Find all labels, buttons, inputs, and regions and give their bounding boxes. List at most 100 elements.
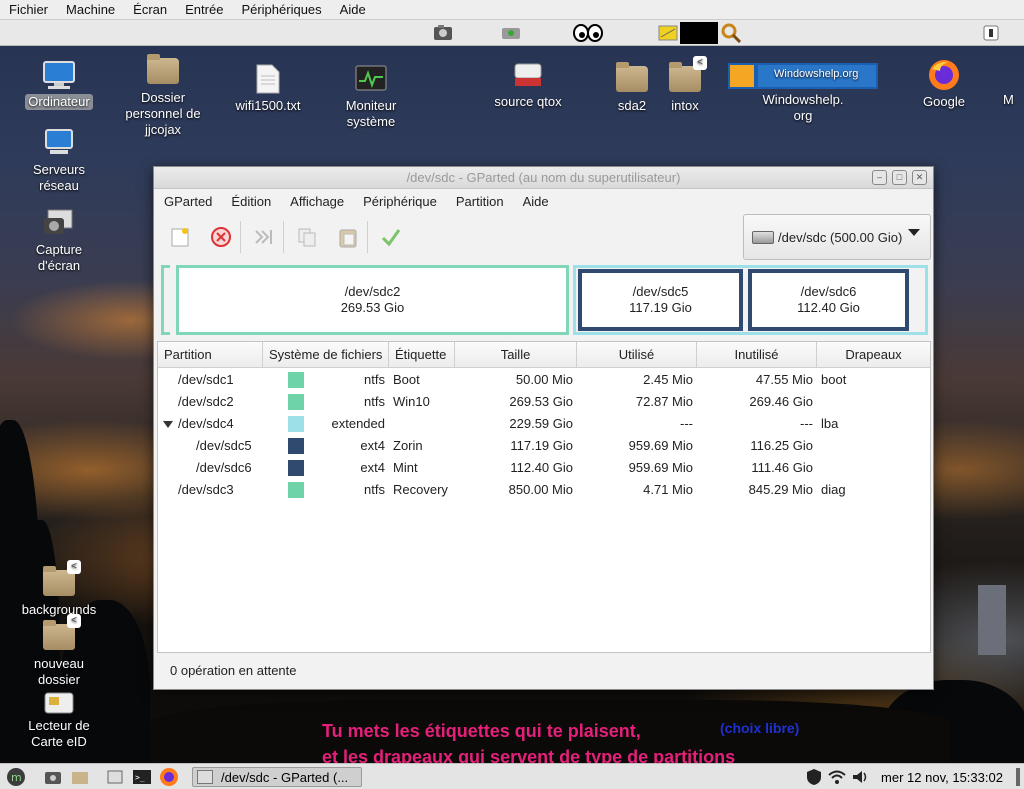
- screenshot-icon[interactable]: [432, 23, 454, 43]
- magnifier-icon[interactable]: [720, 23, 742, 44]
- shield-icon[interactable]: [804, 767, 824, 787]
- paste-icon[interactable]: [334, 223, 362, 251]
- menu-device[interactable]: Périphérique: [353, 194, 446, 209]
- desktop-icon-screenshot[interactable]: Capture d'écran: [11, 206, 107, 274]
- graph-partition-sdc2[interactable]: /dev/sdc2 269.53 Gio: [176, 265, 569, 335]
- volume-icon[interactable]: [850, 767, 870, 787]
- svg-text:Windowshelp.org: Windowshelp.org: [774, 68, 858, 80]
- table-row[interactable]: /dev/sdc1 ntfs Boot 50.00 Mio 2.45 Mio 47.55 …: [158, 369, 930, 391]
- vm-menu-input[interactable]: Entrée: [176, 2, 232, 17]
- note-icon[interactable]: [657, 23, 679, 43]
- close-button[interactable]: ✕: [912, 170, 927, 185]
- gparted-window: /dev/sdc - GParted (au nom du superutili…: [153, 166, 934, 767]
- settings-icon[interactable]: [104, 767, 126, 787]
- desktop-icon-wifi-txt[interactable]: wifi1500.txt: [220, 62, 316, 114]
- desktop-icon-system-monitor[interactable]: Moniteur système: [323, 62, 419, 130]
- firefox-icon: [926, 58, 962, 92]
- desktop-icon-label: wifi1500.txt: [235, 98, 301, 113]
- graph-partition-sdc6[interactable]: /dev/sdc6 112.40 Gio: [748, 269, 909, 331]
- partition-cell: /dev/sdc1: [178, 372, 234, 387]
- used-cell: 4.71 Mio: [643, 482, 693, 497]
- desktop-icon-home-folder[interactable]: Dossier personnel de jjcojax: [115, 54, 211, 138]
- col-flags[interactable]: Drapeaux: [817, 342, 930, 367]
- maximize-button[interactable]: □: [892, 170, 907, 185]
- terminal-icon[interactable]: >_: [131, 767, 153, 787]
- menu-help[interactable]: Aide: [513, 194, 558, 209]
- table-row[interactable]: /dev/sdc4 extended 229.59 Gio --- --- lba: [158, 413, 930, 435]
- shared-folder-icon: <: [41, 614, 81, 654]
- desktop-icon-network-servers[interactable]: Serveurs réseau: [11, 126, 107, 194]
- task-label: /dev/sdc - GParted (...: [221, 769, 349, 785]
- windowshelp-icon: Windowshelp.org: [728, 62, 878, 90]
- vm-menu-devices[interactable]: Périphériques: [232, 2, 330, 17]
- filesystem-color-swatch: [288, 394, 304, 410]
- desktop-icon-label: Google: [923, 94, 965, 109]
- apply-icon[interactable]: [377, 223, 405, 251]
- vm-menu-help[interactable]: Aide: [331, 2, 375, 17]
- used-cell: 959.69 Mio: [628, 438, 693, 453]
- graph-partition-name: /dev/sdc5: [632, 284, 689, 299]
- col-used[interactable]: Utilisé: [577, 342, 697, 367]
- taskbar-gparted-task[interactable]: /dev/sdc - GParted (...: [192, 767, 362, 787]
- black-box: [680, 22, 718, 44]
- desktop-icon-label: Ordinateur: [25, 94, 93, 110]
- firefox-icon[interactable]: [158, 767, 180, 787]
- filesystem-cell: ntfs: [364, 482, 385, 497]
- filesystem-color-swatch: [288, 416, 304, 432]
- used-cell: 72.87 Mio: [635, 394, 693, 409]
- desktop-icon-card-reader[interactable]: Lecteur de Carte eID: [11, 690, 107, 750]
- chevron-down-icon: [908, 229, 920, 236]
- hard-disk-icon[interactable]: [500, 23, 522, 43]
- window-restore-icon[interactable]: [982, 23, 1000, 43]
- col-partition[interactable]: Partition: [158, 342, 263, 367]
- vm-menu-machine[interactable]: Machine: [57, 2, 124, 17]
- table-row[interactable]: /dev/sdc2 ntfs Win10 269.53 Gio 72.87 Mio 269…: [158, 391, 930, 413]
- table-row[interactable]: /dev/sdc5 ext4 Zorin 117.19 Gio 959.69 Mio 11…: [158, 435, 930, 457]
- desktop-icon-label: nouveau dossier: [34, 656, 84, 687]
- new-partition-icon[interactable]: [166, 223, 194, 251]
- graph-partition-size: 117.19 Gio: [629, 300, 692, 315]
- col-unused[interactable]: Inutilisé: [697, 342, 817, 367]
- desktop-icon-partial[interactable]: M: [1000, 92, 1024, 108]
- desktop-icon-qtox[interactable]: source qtox: [480, 58, 576, 110]
- wifi-icon[interactable]: [827, 767, 847, 787]
- unused-cell: 111.46 Gio: [751, 460, 813, 475]
- vm-menu-file[interactable]: Fichier: [0, 2, 57, 17]
- table-row[interactable]: /dev/sdc3 ntfs Recovery 850.00 Mio 4.71 Mio 8…: [158, 479, 930, 501]
- menu-icon[interactable]: m: [5, 767, 27, 787]
- desktop-icon-windowshelp[interactable]: Windowshelp.org Windowshelp. org: [728, 62, 878, 124]
- desktop-icon-computer[interactable]: Ordinateur: [11, 58, 107, 110]
- eyes-icon[interactable]: [572, 23, 604, 43]
- desktop-icon-backgrounds[interactable]: < backgrounds: [11, 560, 107, 618]
- menu-gparted[interactable]: GParted: [154, 194, 221, 209]
- screenshot-icon[interactable]: [42, 767, 64, 787]
- menu-view[interactable]: Affichage: [280, 194, 353, 209]
- desktop-icon-intox[interactable]: < intox: [637, 56, 733, 114]
- annotation-aside: (choix libre): [720, 720, 800, 736]
- filesystem-color-swatch: [288, 372, 304, 388]
- desktop-icon-new-folder[interactable]: < nouveau dossier: [11, 614, 107, 688]
- copy-icon[interactable]: [293, 223, 321, 251]
- col-size[interactable]: Taille: [455, 342, 577, 367]
- expander-arrow-icon[interactable]: [163, 421, 173, 428]
- device-selector-label: /dev/sdc (500.00 Gio): [778, 229, 903, 245]
- col-label[interactable]: Étiquette: [389, 342, 455, 367]
- delete-partition-icon[interactable]: [207, 223, 235, 251]
- city-tower: [978, 585, 1006, 655]
- minimize-button[interactable]: –: [872, 170, 887, 185]
- menu-edit[interactable]: Édition: [221, 194, 280, 209]
- graph-partition-sdc5[interactable]: /dev/sdc5 117.19 Gio: [578, 269, 743, 331]
- col-filesystem[interactable]: Système de fichiers: [263, 342, 389, 367]
- desktop-icon-google[interactable]: Google: [896, 58, 992, 110]
- file-manager-icon[interactable]: [69, 767, 91, 787]
- menu-partition[interactable]: Partition: [446, 194, 513, 209]
- desktop-icon-label: Capture d'écran: [35, 242, 83, 273]
- vm-menu-screen[interactable]: Écran: [124, 2, 176, 17]
- window-titlebar[interactable]: /dev/sdc - GParted (au nom du superutili…: [154, 167, 933, 189]
- size-cell: 50.00 Mio: [515, 372, 573, 387]
- table-row[interactable]: /dev/sdc6 ext4 Mint 112.40 Gio 959.69 Mio 111…: [158, 457, 930, 479]
- resize-move-icon[interactable]: [250, 223, 278, 251]
- vm-menubar: Fichier Machine Écran Entrée Périphériqu…: [0, 0, 1024, 20]
- device-selector[interactable]: /dev/sdc (500.00 Gio): [743, 214, 931, 260]
- clock[interactable]: mer 12 nov, 15:33:02: [876, 767, 1008, 787]
